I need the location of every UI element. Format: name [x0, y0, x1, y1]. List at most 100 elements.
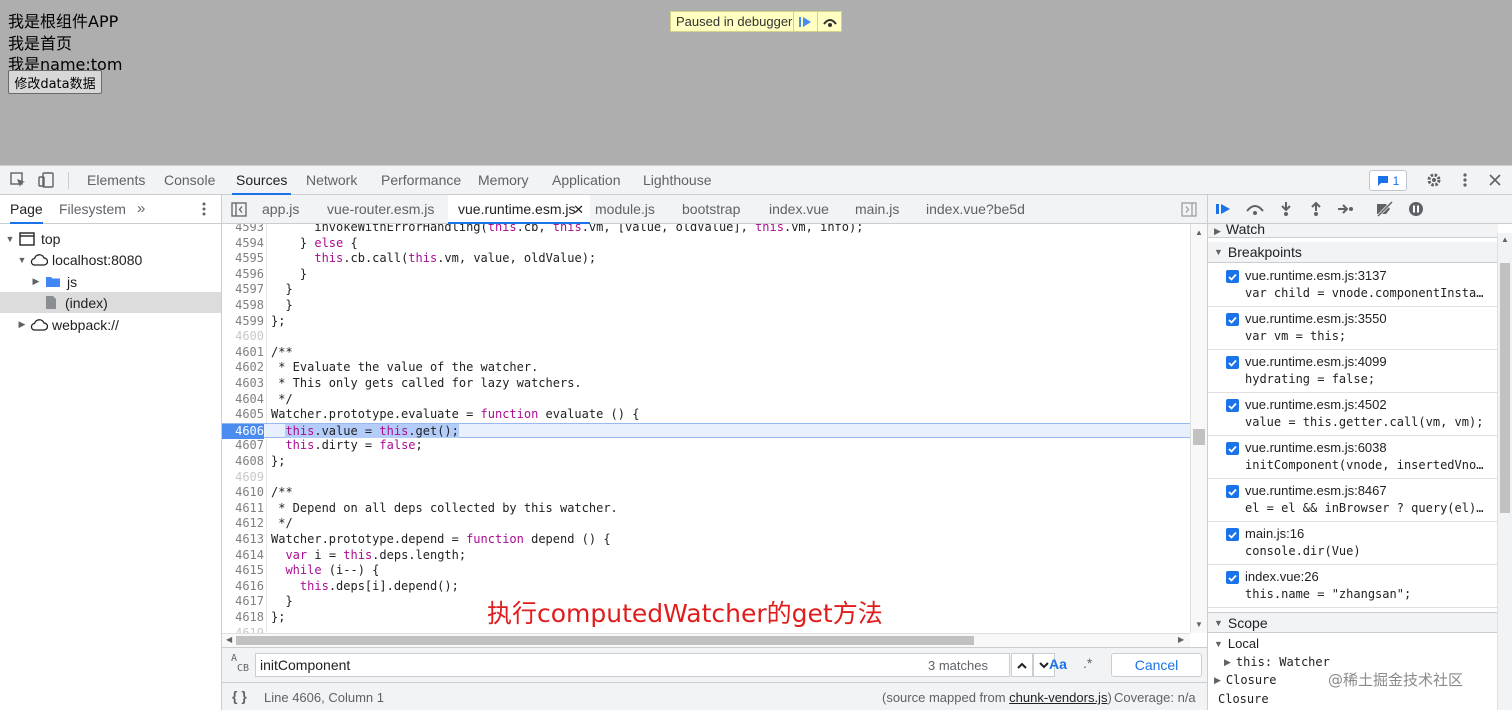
settings-gear-icon[interactable] — [1425, 171, 1443, 189]
more-options-icon[interactable] — [1456, 171, 1474, 189]
breakpoint-checkbox[interactable] — [1226, 270, 1239, 283]
scroll-up-icon[interactable]: ▲ — [1501, 235, 1509, 244]
step-over-button[interactable] — [1245, 200, 1265, 218]
breakpoint-checkbox[interactable] — [1226, 528, 1239, 541]
breakpoint-item[interactable]: vue.runtime.esm.js:8467 el = el && inBro… — [1208, 479, 1498, 522]
code-line: 4602 * Evaluate the value of the watcher… — [235, 360, 539, 375]
tab-network[interactable]: Network — [302, 166, 361, 195]
toggle-debugger-icon[interactable] — [1181, 202, 1197, 220]
resume-button[interactable] — [1214, 200, 1234, 218]
breakpoint-item[interactable]: vue.runtime.esm.js:3550 var vm = this; — [1208, 307, 1498, 350]
scope-local[interactable]: ▼ Local — [1214, 636, 1259, 651]
tree-item-webpack[interactable]: ▶ webpack:// — [0, 314, 221, 335]
devtools-toolbar: Elements Console Sources Network Perform… — [0, 166, 1512, 195]
scroll-down-icon[interactable]: ▼ — [1195, 620, 1203, 629]
breakpoint-item[interactable]: vue.runtime.esm.js:4502 value = this.get… — [1208, 393, 1498, 436]
step-over-button[interactable] — [817, 12, 841, 31]
tab-page[interactable]: Page — [10, 195, 43, 224]
file-tab-module-js[interactable]: module.js — [595, 195, 655, 224]
file-tab-main-js[interactable]: main.js — [855, 195, 899, 224]
breakpoints-section-header[interactable]: ▼ Breakpoints — [1208, 242, 1498, 263]
file-tab-vue-runtime[interactable]: vue.runtime.esm.js ✕ — [448, 195, 590, 224]
scope-closure[interactable]: ▶ Closure — [1214, 673, 1277, 687]
breakpoint-checkbox[interactable] — [1226, 571, 1239, 584]
scroll-thumb[interactable] — [236, 636, 974, 645]
breakpoint-item[interactable]: vue.runtime.esm.js:4099 hydrating = fals… — [1208, 350, 1498, 393]
match-case-button[interactable]: Aa — [1049, 656, 1067, 672]
chevron-down-icon — [1039, 661, 1049, 668]
scroll-thumb[interactable] — [1193, 429, 1205, 445]
resume-button[interactable] — [793, 12, 817, 31]
tree-item-top[interactable]: ▼ top — [0, 228, 221, 249]
breakpoint-checkbox[interactable] — [1226, 399, 1239, 412]
file-tab-vue-router[interactable]: vue-router.esm.js — [327, 195, 434, 224]
pause-icon — [1409, 202, 1423, 216]
scroll-right-icon[interactable]: ▶ — [1178, 635, 1184, 644]
regex-button[interactable]: .* — [1083, 655, 1092, 671]
tab-elements[interactable]: Elements — [83, 166, 149, 195]
file-tab-index-vue[interactable]: index.vue — [769, 195, 829, 224]
paused-label: Paused in debugger — [676, 14, 793, 29]
step-button[interactable] — [1336, 200, 1356, 218]
breakpoint-item[interactable]: vue.runtime.esm.js:6038 initComponent(vn… — [1208, 436, 1498, 479]
tab-console[interactable]: Console — [160, 166, 219, 195]
code-line: 4613 Watcher.prototype.depend = function … — [235, 532, 611, 546]
file-tab-index-vue-be5d[interactable]: index.vue?be5d — [926, 195, 1025, 224]
breakpoint-location: vue.runtime.esm.js:3550 — [1245, 311, 1387, 326]
scroll-thumb[interactable] — [1500, 263, 1510, 513]
scope-section-header[interactable]: ▼ Scope — [1208, 612, 1498, 633]
tree-item-index[interactable]: (index) — [0, 292, 221, 313]
previous-match-button[interactable] — [1011, 653, 1033, 677]
step-into-icon — [1281, 202, 1291, 216]
find-input-value: initComponent — [260, 657, 351, 673]
deactivate-breakpoints-button[interactable] — [1375, 200, 1395, 218]
vertical-scrollbar[interactable]: ▲ ▼ — [1190, 224, 1207, 633]
code-area[interactable]: 4593 invokeWithErrorHandling(this.cb, th… — [222, 224, 1190, 633]
pause-on-exceptions-button[interactable] — [1406, 200, 1426, 218]
code-line: 4611 * Depend on all deps collected by t… — [235, 500, 618, 515]
breakpoint-checkbox[interactable] — [1226, 313, 1239, 326]
pretty-print-icon[interactable]: { } — [232, 688, 247, 704]
device-toolbar-icon[interactable] — [37, 171, 55, 189]
tree-item-localhost[interactable]: ▼ localhost:8080 — [0, 249, 221, 270]
sidebar-scrollbar[interactable]: ▲ — [1497, 233, 1512, 710]
horizontal-scrollbar[interactable]: ◀ ▶ — [222, 633, 1190, 647]
tab-application[interactable]: Application — [548, 166, 625, 195]
replace-toggle-icon[interactable]: A CB — [231, 654, 249, 674]
more-tabs-icon[interactable]: » — [137, 200, 145, 217]
breakpoint-checkbox[interactable] — [1226, 442, 1239, 455]
step-into-button[interactable] — [1276, 200, 1296, 218]
close-tab-icon[interactable]: ✕ — [573, 195, 584, 224]
scroll-left-icon[interactable]: ◀ — [226, 635, 232, 644]
expand-arrow-icon: ▼ — [17, 254, 27, 265]
breakpoint-item[interactable]: vue.runtime.esm.js:3137 var child = vnod… — [1208, 264, 1498, 307]
scope-closure-2[interactable]: Closure — [1218, 692, 1269, 706]
watch-section-header[interactable]: ▶ Watch — [1208, 224, 1498, 238]
navigator-menu-icon[interactable] — [202, 202, 206, 219]
scope-this[interactable]: ▶ this: Watcher — [1224, 655, 1330, 669]
toggle-navigator-icon[interactable] — [231, 202, 247, 220]
file-tab-bootstrap[interactable]: bootstrap — [682, 195, 740, 224]
find-input[interactable]: initComponent 3 matches — [255, 653, 1010, 677]
cancel-find-button[interactable]: Cancel — [1111, 653, 1202, 677]
issues-badge[interactable]: 1 — [1369, 170, 1407, 191]
close-devtools-icon[interactable] — [1486, 171, 1504, 189]
breakpoint-item[interactable]: main.js:16 console.dir(Vue) — [1208, 522, 1498, 565]
inspect-element-icon[interactable] — [9, 171, 27, 189]
tab-filesystem[interactable]: Filesystem — [59, 195, 126, 224]
step-out-button[interactable] — [1306, 200, 1326, 218]
breakpoint-checkbox[interactable] — [1226, 356, 1239, 369]
breakpoints-label: Breakpoints — [1227, 244, 1302, 260]
tab-sources[interactable]: Sources — [232, 166, 292, 195]
source-map-link[interactable]: chunk-vendors.js — [1009, 690, 1107, 705]
tab-lighthouse[interactable]: Lighthouse — [639, 166, 716, 195]
breakpoint-checkbox[interactable] — [1226, 485, 1239, 498]
tab-memory[interactable]: Memory — [474, 166, 533, 195]
modify-data-button[interactable]: 修改data数据 — [8, 70, 102, 94]
breakpoint-item[interactable]: index.vue:26 this.name = "zhangsan"; — [1208, 565, 1498, 608]
tree-item-js[interactable]: ▶ js — [0, 271, 221, 292]
checkmark-icon — [1228, 273, 1237, 281]
file-tab-app-js[interactable]: app.js — [262, 195, 299, 224]
scroll-up-icon[interactable]: ▲ — [1195, 228, 1203, 237]
tab-performance[interactable]: Performance — [377, 166, 465, 195]
